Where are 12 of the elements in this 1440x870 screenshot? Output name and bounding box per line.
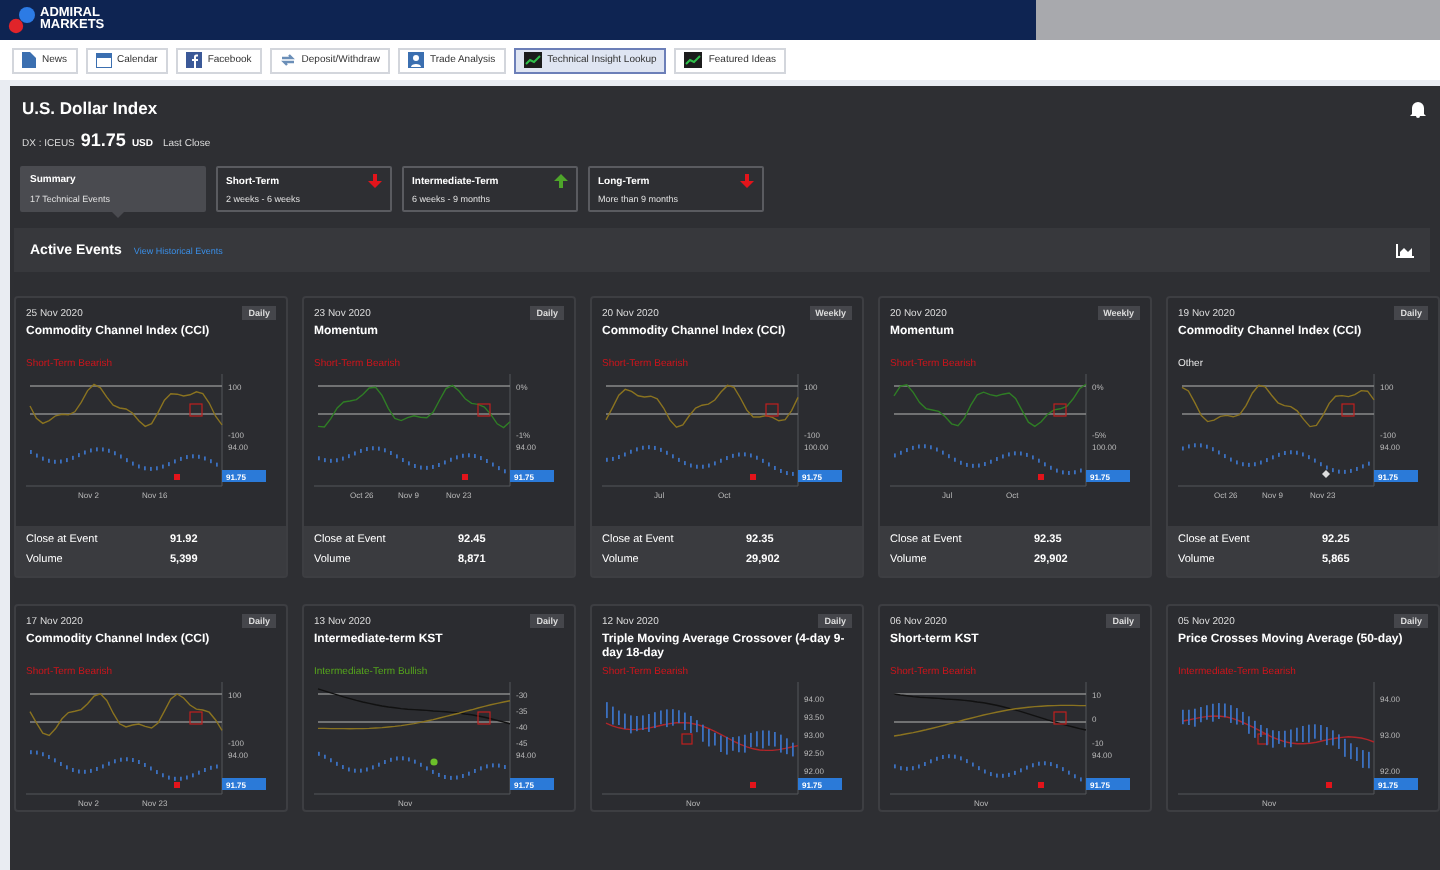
facebook-icon	[185, 52, 202, 68]
logo-dots-icon	[8, 6, 36, 34]
instrument-title: U.S. Dollar Index	[22, 98, 158, 118]
price-value: 91.75	[80, 130, 126, 150]
document-icon	[22, 52, 36, 68]
swap-arrows-icon	[279, 52, 296, 68]
area-chart-icon[interactable]	[1396, 243, 1414, 257]
bell-icon[interactable]	[1410, 99, 1426, 117]
chart-screen-icon	[523, 52, 542, 68]
person-board-icon	[407, 52, 424, 68]
calendar-icon	[95, 52, 112, 68]
chart-screen-icon	[684, 52, 703, 68]
